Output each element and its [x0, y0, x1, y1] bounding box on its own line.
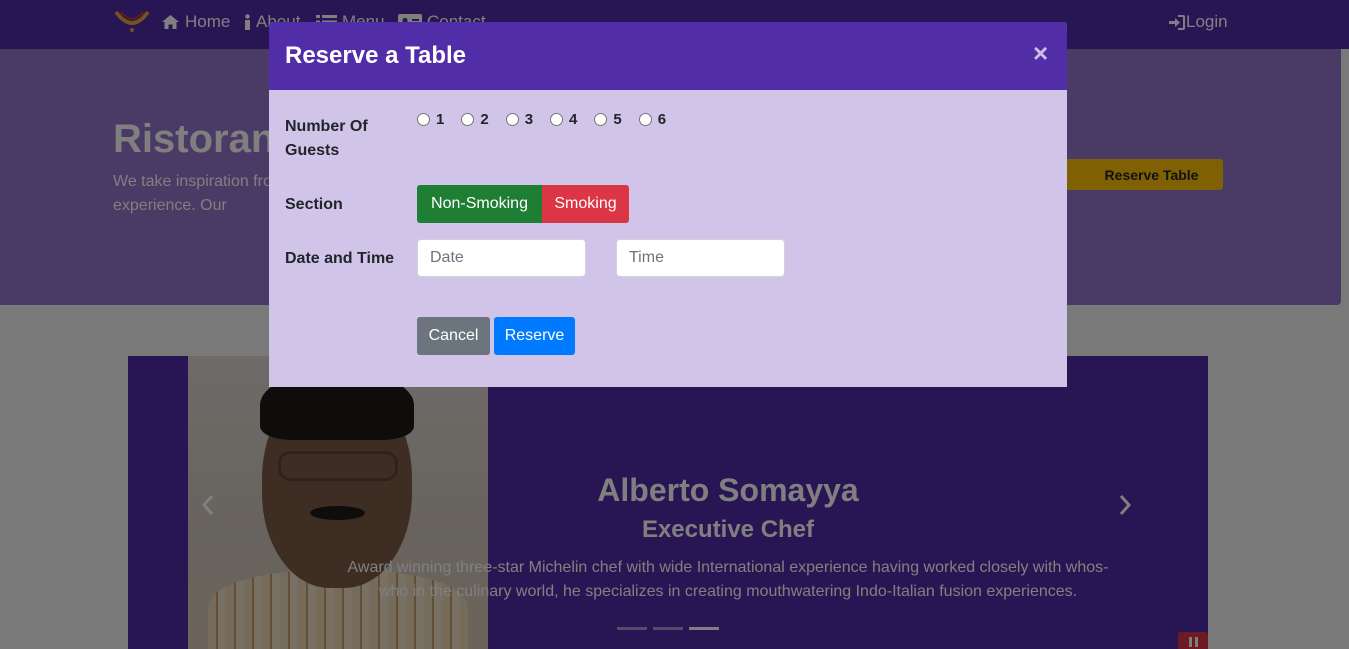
radio-button[interactable] — [505, 113, 519, 126]
radio-button[interactable] — [594, 113, 608, 126]
modal-title: Reserve a Table — [285, 42, 466, 69]
guest-option-label: 2 — [480, 111, 489, 128]
guest-option-6[interactable]: 6 — [638, 111, 667, 128]
date-time-label: Date and Time — [285, 250, 395, 267]
cancel-button[interactable]: Cancel — [417, 317, 490, 355]
non-smoking-button[interactable]: Non-Smoking — [417, 185, 542, 223]
guest-option-label: 5 — [613, 111, 622, 128]
guest-option-4[interactable]: 4 — [550, 111, 577, 128]
date-input[interactable]: Date — [417, 239, 586, 277]
guests-radio-group: 1 2 3 4 5 6 — [417, 111, 683, 128]
time-input[interactable]: Time — [616, 239, 785, 277]
smoking-button[interactable]: Smoking — [542, 185, 629, 223]
radio-button[interactable] — [638, 113, 652, 126]
guests-label: Number Of Guests — [285, 118, 368, 159]
guest-option-3[interactable]: 3 — [505, 111, 534, 128]
guest-option-label: 3 — [524, 111, 534, 128]
radio-button[interactable] — [417, 113, 430, 126]
radio-button[interactable] — [461, 113, 475, 126]
guest-option-5[interactable]: 5 — [594, 111, 622, 128]
guest-option-label: 4 — [569, 111, 578, 128]
section-toggle-group: Non-Smoking Smoking — [417, 185, 629, 223]
reserve-table-modal: Reserve a Table × Number Of Guests 1 2 3… — [269, 22, 1067, 387]
modal-header: Reserve a Table × — [269, 22, 1067, 90]
radio-button[interactable] — [550, 113, 564, 126]
guest-option-2[interactable]: 2 — [461, 111, 489, 128]
guest-option-label: 1 — [436, 111, 445, 128]
section-label: Section — [285, 196, 343, 213]
reserve-button[interactable]: Reserve — [494, 317, 575, 355]
guest-option-label: 6 — [657, 111, 667, 128]
guest-option-1[interactable]: 1 — [417, 111, 444, 128]
close-button[interactable]: × — [1033, 38, 1048, 68]
